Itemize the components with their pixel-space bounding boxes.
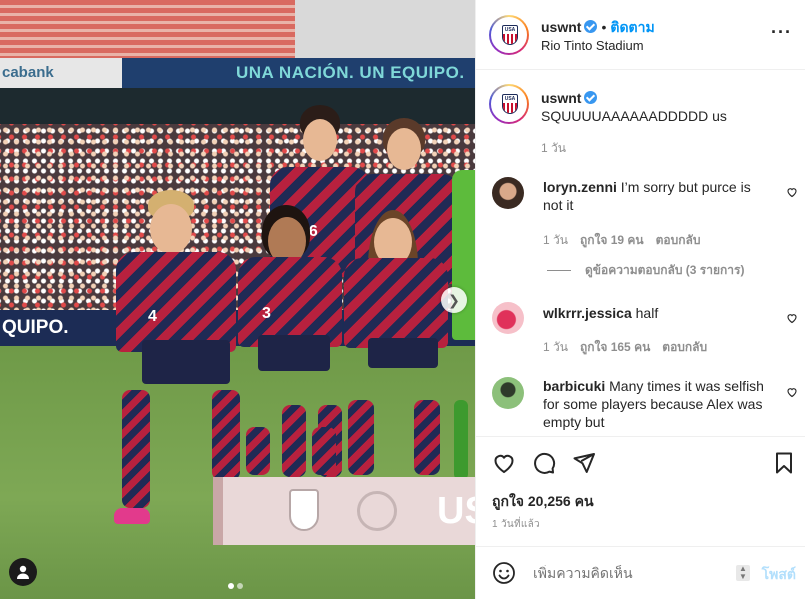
reply-button[interactable]: ตอบกลับ: [662, 340, 707, 354]
post-location[interactable]: Rio Tinto Stadium: [541, 38, 644, 53]
sign-text: USA: [437, 490, 475, 532]
jersey-number: 3: [262, 305, 271, 322]
comments-section[interactable]: USA uswnt SQUUUUAAAAAADDDDD us 1 วัน lor…: [476, 71, 805, 436]
comment-username[interactable]: wlkrrr.jessica: [543, 305, 632, 321]
comment-bubble-icon[interactable]: [532, 451, 556, 475]
author-username[interactable]: uswnt: [541, 19, 581, 35]
comment-username[interactable]: loryn.zenni: [543, 179, 617, 195]
carousel-dot: [228, 583, 234, 589]
comment-input[interactable]: [533, 565, 733, 581]
like-comment-icon[interactable]: [786, 386, 798, 398]
player-back-keeper: [452, 170, 475, 480]
uswnt-crest-icon: USA: [502, 25, 518, 45]
comment-likes[interactable]: ถูกใจ 165 คน: [580, 340, 650, 354]
sort-arrows-icon: ▲ ▼: [736, 565, 750, 581]
separator-dot: •: [601, 19, 607, 35]
caption-avatar[interactable]: USA: [489, 84, 529, 124]
verified-badge-icon: [584, 91, 598, 104]
jersey-number: 4: [148, 308, 157, 325]
tagged-users-button[interactable]: [9, 558, 37, 586]
replies-line: [547, 270, 571, 272]
post-photo[interactable]: cabank UNA NACIÓN. UN EQUIPO. QUIPO. 26 …: [0, 0, 475, 599]
share-send-icon[interactable]: [572, 451, 596, 475]
post-time[interactable]: 1 วันที่แล้ว: [492, 517, 540, 532]
follow-button[interactable]: ติดตาม: [610, 19, 654, 35]
post-header: USA uswnt • ติดตาม Rio Tinto Stadium ···: [476, 0, 805, 70]
comment-text: wlkrrr.jessica half: [543, 304, 768, 322]
like-heart-icon[interactable]: [492, 451, 516, 475]
comment-text: barbicuki Many times it was selfish for …: [543, 377, 768, 431]
save-bookmark-icon[interactable]: [772, 451, 796, 475]
vw-logo-icon: [357, 491, 397, 531]
commenter-avatar[interactable]: [492, 177, 524, 209]
commenter-avatar[interactable]: [492, 377, 524, 409]
comment-body: half: [635, 305, 659, 321]
sponsor-banner: cabank: [0, 58, 122, 88]
carousel-dot: [237, 583, 243, 589]
carousel-indicator: [228, 576, 246, 589]
player-front-3: [344, 210, 448, 475]
like-comment-icon[interactable]: [786, 186, 798, 198]
uswnt-crest-icon: [289, 489, 319, 531]
comment-time[interactable]: 1 วัน: [543, 233, 568, 247]
view-replies-button[interactable]: ดูข้อความตอบกลับ (3 รายการ): [547, 261, 744, 280]
view-replies-label: ดูข้อความตอบกลับ (3 รายการ): [585, 263, 745, 277]
caption-username[interactable]: uswnt: [541, 90, 581, 106]
author-avatar[interactable]: USA: [489, 15, 529, 55]
more-options-button[interactable]: ···: [771, 22, 792, 43]
carousel-next-button[interactable]: ❯: [441, 287, 467, 313]
post-sidebar: USA uswnt • ติดตาม Rio Tinto Stadium ··· U…: [475, 0, 805, 599]
post-actions: ถูกใจ 20,256 คน 1 วันที่แล้ว: [476, 436, 805, 546]
caption-body: SQUUUUAAAAAADDDDD us: [541, 108, 727, 124]
like-comment-icon[interactable]: [786, 312, 798, 324]
header-line: uswnt • ติดตาม: [541, 17, 655, 39]
comment-meta: 1 วัน ถูกใจ 19 คน ตอบกลับ: [543, 231, 700, 250]
comment-username[interactable]: barbicuki: [543, 378, 605, 394]
user-icon: [17, 565, 29, 579]
caption-text: uswnt SQUUUUAAAAAADDDDD us: [541, 89, 791, 125]
comment-likes[interactable]: ถูกใจ 19 คน: [580, 233, 644, 247]
player-front-2: 3: [236, 205, 346, 475]
uswnt-crest-icon: USA: [502, 94, 518, 114]
comment-text: loryn.zenni I’m sorry but purce is not i…: [543, 178, 768, 214]
caption-time[interactable]: 1 วัน: [541, 139, 566, 158]
add-comment-bar: ▲▼ โพสต์: [476, 546, 805, 599]
verified-badge-icon: [584, 20, 598, 33]
stadium-roof: [295, 0, 475, 58]
post-comment-button[interactable]: โพสต์: [762, 564, 796, 586]
commenter-avatar[interactable]: [492, 302, 524, 334]
reply-button[interactable]: ตอบกลับ: [656, 233, 701, 247]
like-count[interactable]: ถูกใจ 20,256 คน: [492, 491, 594, 513]
comment-meta: 1 วัน ถูกใจ 165 คน ตอบกลับ: [543, 338, 707, 357]
comment-time[interactable]: 1 วัน: [543, 340, 568, 354]
banner-slogan: UNA NACIÓN. UN EQUIPO.: [236, 63, 465, 82]
ad-board-text: QUIPO.: [2, 317, 69, 338]
emoji-icon[interactable]: [492, 561, 516, 585]
upper-stands: [0, 0, 475, 58]
field-sign: USA: [213, 477, 475, 545]
